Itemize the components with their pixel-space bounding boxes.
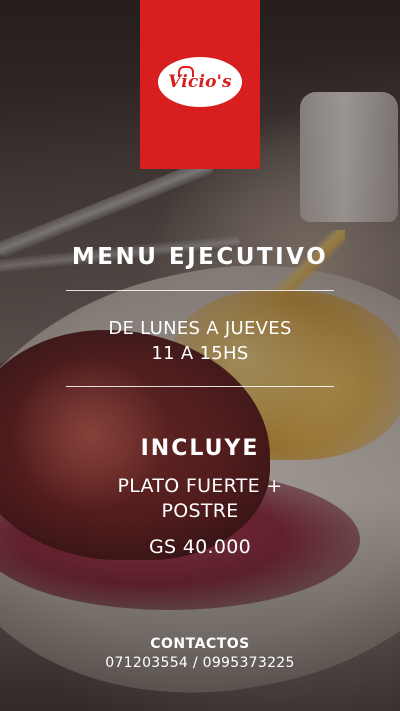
contacts-title: CONTACTOS	[150, 636, 250, 652]
dish-line-1: PLATO FUERTE +	[117, 475, 283, 497]
menu-title: MENU EJECUTIVO	[71, 244, 329, 270]
schedule-days: DE LUNES A JUEVES	[108, 318, 292, 339]
price: GS 40.000	[148, 536, 251, 558]
dish-line-2: POSTRE	[161, 500, 239, 522]
includes-title: INCLUYE	[140, 436, 260, 461]
schedule-hours: 11 A 15HS	[151, 343, 249, 364]
divider-bottom	[66, 386, 334, 387]
contact-phones: 071203554 / 0995373225	[105, 655, 295, 671]
menu-content: MENU EJECUTIVO DE LUNES A JUEVES 11 A 15…	[0, 0, 400, 711]
divider-top	[66, 290, 334, 291]
